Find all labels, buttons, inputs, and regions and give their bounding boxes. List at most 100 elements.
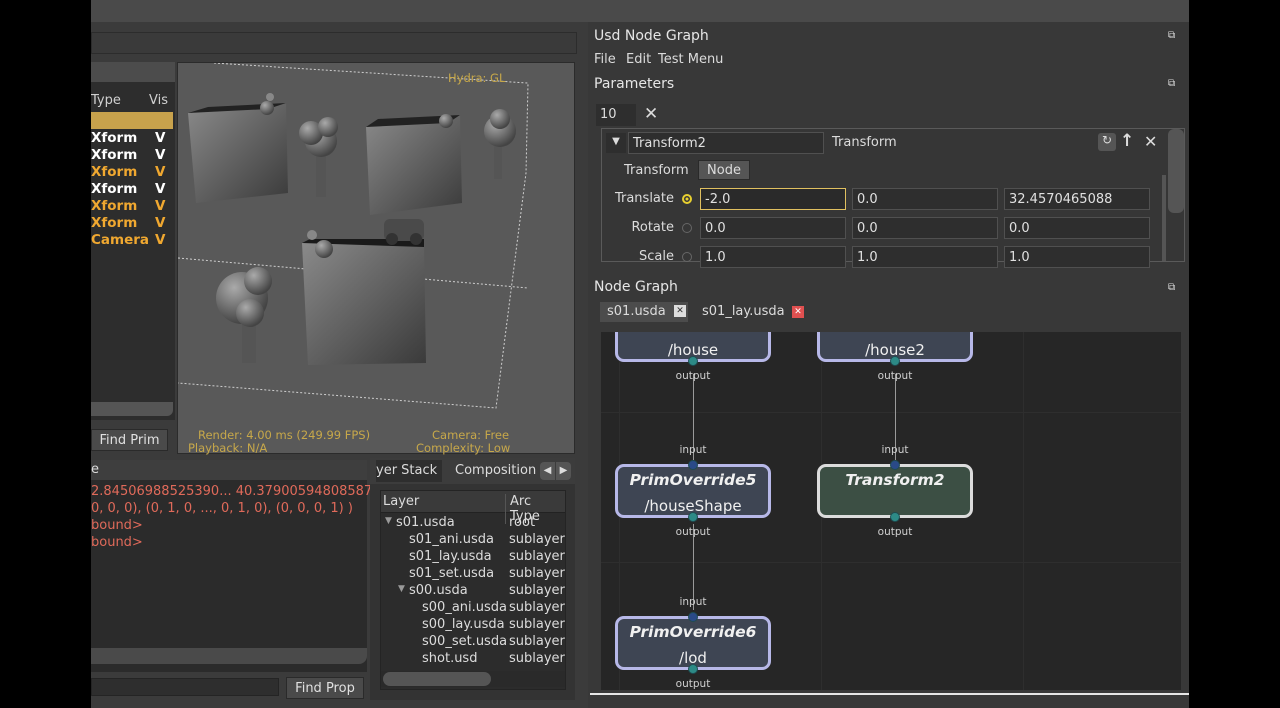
tab-close-icon-active[interactable]: ✕ (792, 306, 804, 318)
param-value-field[interactable]: 0.0 (852, 217, 998, 239)
cube-3 (302, 239, 426, 365)
outliner-row[interactable]: Xform V (91, 181, 175, 198)
output-port[interactable] (688, 356, 698, 366)
layer-row[interactable]: shot.usd sublayer (381, 651, 567, 668)
property-line[interactable]: bound> (91, 518, 143, 533)
keyframe-indicator-icon[interactable] (682, 223, 692, 233)
menu-test[interactable]: Test Menu (658, 52, 723, 67)
outliner-row[interactable]: Xform V (91, 215, 175, 232)
tab-close-icon[interactable]: ✕ (674, 305, 686, 317)
outliner-row[interactable]: Xform V (91, 130, 175, 147)
arc-type: sublayer (509, 634, 565, 649)
collapse-icon[interactable]: ▼ (606, 133, 626, 153)
node-graph-float-icon[interactable]: ⧉ (1168, 282, 1175, 293)
keyframe-indicator-icon[interactable] (682, 252, 692, 262)
layer-row[interactable]: ▼ s01.usda root (381, 515, 567, 532)
layer-row[interactable]: s01_ani.usda sublayer (381, 532, 567, 549)
keyframe-indicator-icon[interactable] (682, 194, 692, 204)
property-line[interactable]: 2.84506988525390... 40.37900594808587)] (91, 484, 382, 499)
layer-row[interactable]: s00_ani.usda sublayer (381, 600, 567, 617)
outliner-row[interactable]: Xform V (91, 198, 175, 215)
outliner-row[interactable]: Xform V (91, 164, 175, 181)
outliner-row[interactable]: Camera V (91, 232, 175, 249)
history-input[interactable]: 10 (596, 104, 636, 126)
outliner-scrollbar[interactable] (91, 402, 173, 416)
param-value-field[interactable]: 32.4570465088 (1004, 188, 1150, 210)
find-prim-button[interactable]: Find Prim (91, 429, 168, 451)
tab-node[interactable]: Node (698, 160, 750, 180)
input-port[interactable] (688, 460, 698, 470)
output-port[interactable] (688, 664, 698, 674)
graph-node[interactable]: PrimOverride6/lod (615, 616, 771, 670)
param-value-field[interactable]: 0.0 (852, 188, 998, 210)
find-prop-button[interactable]: Find Prop (286, 677, 364, 699)
col-layer[interactable]: Layer (383, 494, 419, 509)
param-value-field[interactable]: 1.0 (852, 246, 998, 268)
prim-vis[interactable]: V (155, 130, 165, 146)
node-name-field[interactable]: Transform2 (628, 132, 824, 154)
layer-row[interactable]: s00_lay.usda sublayer (381, 617, 567, 634)
tab-scroll-left-icon[interactable]: ◀ (540, 462, 555, 480)
arc-type: root (509, 515, 536, 530)
output-label: output (675, 526, 711, 538)
col-vis[interactable]: Vis (149, 93, 168, 108)
find-prop-input[interactable] (91, 678, 279, 696)
outliner-search[interactable] (91, 62, 175, 82)
tab-composition[interactable]: Composition (455, 463, 536, 478)
param-value-field[interactable]: 1.0 (1004, 246, 1150, 268)
property-scrollbar[interactable] (91, 648, 367, 664)
tab-s01-usda-label: s01.usda (607, 304, 666, 319)
param-value-field[interactable]: 0.0 (1004, 217, 1150, 239)
selected-row[interactable] (91, 112, 173, 129)
param-scrollbar[interactable] (1168, 129, 1184, 213)
input-port[interactable] (688, 612, 698, 622)
float-icon[interactable]: ⧉ (1168, 30, 1175, 41)
tab-layer-stack[interactable]: yer Stack (376, 460, 442, 482)
up-arrow-icon[interactable]: ↑ (1120, 131, 1134, 151)
prim-vis[interactable]: V (155, 181, 165, 197)
property-line[interactable]: bound> (91, 535, 143, 550)
graph-node[interactable]: Transform2 (817, 464, 973, 518)
tab-scroll-right-icon[interactable]: ▶ (556, 462, 571, 480)
prim-vis[interactable]: V (155, 215, 165, 231)
layer-row[interactable]: s01_set.usda sublayer (381, 566, 567, 583)
param-value-field[interactable]: 1.0 (700, 246, 846, 268)
scene-view (178, 63, 529, 409)
layer-row[interactable]: s01_lay.usda sublayer (381, 549, 567, 566)
output-label: output (877, 370, 913, 382)
outliner-row[interactable]: Xform V (91, 147, 175, 164)
prim-vis[interactable]: V (155, 147, 165, 163)
input-port[interactable] (890, 460, 900, 470)
prim-vis[interactable]: V (155, 198, 165, 214)
layer-name: s01_ani.usda (409, 532, 494, 547)
prim-vis[interactable]: V (155, 164, 165, 180)
property-line[interactable]: 0, 0, 0), (0, 1, 0, ..., 0, 1, 0), (0, 0… (91, 501, 353, 516)
output-port[interactable] (688, 512, 698, 522)
parameters-float-icon[interactable]: ⧉ (1168, 78, 1175, 89)
layer-scrollbar[interactable] (383, 672, 491, 686)
output-port[interactable] (890, 512, 900, 522)
param-value-field[interactable]: -2.0 (700, 188, 846, 210)
close-icon[interactable]: ✕ (1144, 132, 1157, 151)
prim-vis[interactable]: V (155, 232, 165, 248)
viewport[interactable]: Hydra: GL Render: 4.00 ms (249.99 FPS) P… (177, 62, 575, 455)
node-graph-canvas[interactable]: PrimOverride4/houseoutputPrimOverride6/h… (601, 332, 1181, 690)
expand-icon[interactable]: ▼ (398, 584, 405, 594)
clear-icon[interactable]: ✕ (644, 104, 658, 124)
expand-icon[interactable]: ▼ (385, 516, 392, 526)
output-port[interactable] (890, 356, 900, 366)
layer-row[interactable]: s00_set.usda sublayer (381, 634, 567, 651)
param-value-field[interactable]: 0.0 (700, 217, 846, 239)
tab-s01-lay-usda[interactable]: s01_lay.usda ✕ (696, 302, 804, 322)
property-header: e (91, 460, 367, 480)
outliner-header: Type Vis (91, 90, 175, 112)
refresh-icon[interactable]: ↻ (1098, 133, 1116, 151)
graph-node[interactable]: PrimOverride5/houseShape (615, 464, 771, 518)
arc-type: sublayer (509, 617, 565, 632)
menu-file[interactable]: File (594, 52, 616, 67)
layer-row[interactable]: ▼ s00.usda sublayer (381, 583, 567, 600)
tab-s01-usda[interactable]: s01.usda ✕ (600, 302, 688, 322)
menu-edit[interactable]: Edit (626, 52, 651, 67)
col-type[interactable]: Type (91, 93, 121, 108)
tab-transform[interactable]: Transform (616, 161, 697, 180)
